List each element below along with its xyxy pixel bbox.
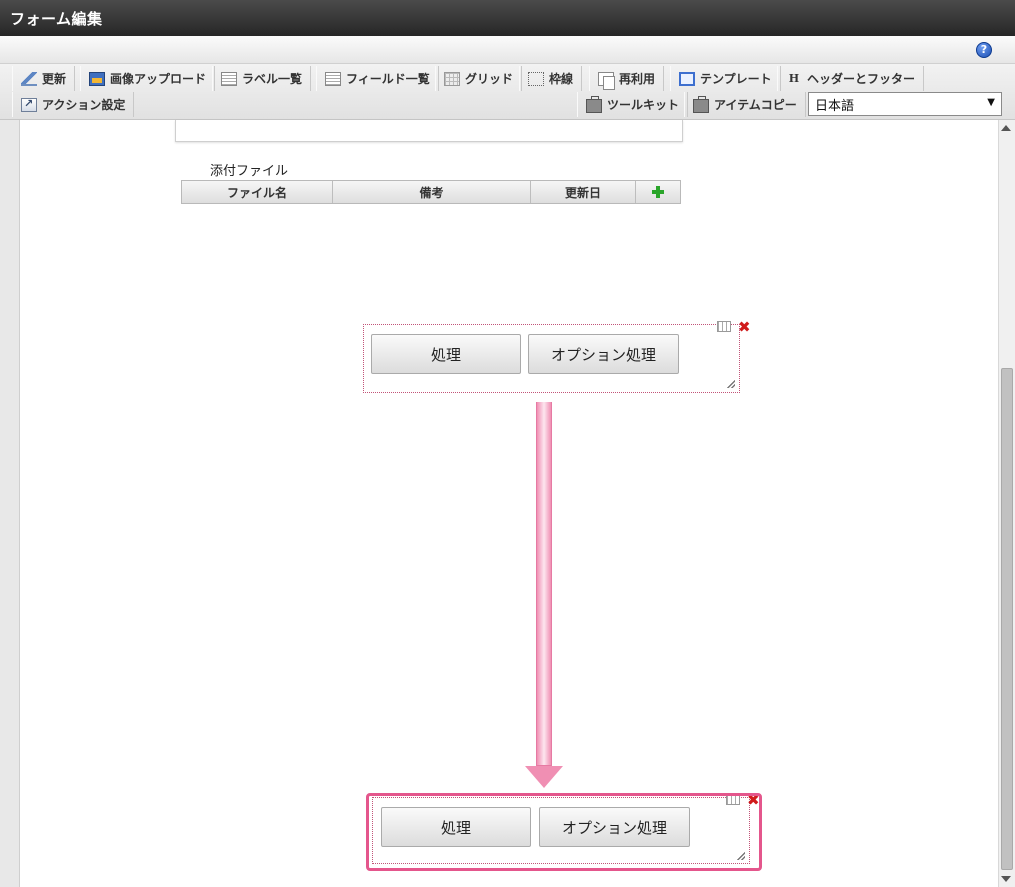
grid-button[interactable]: グリッド (435, 66, 523, 91)
scroll-down-icon[interactable] (1001, 876, 1011, 882)
item-copy-icon (693, 95, 709, 113)
previous-form-item[interactable] (175, 120, 683, 142)
chevron-down-icon: ▼ (987, 97, 995, 108)
template-button[interactable]: テンプレート (670, 66, 781, 91)
image-upload-label: 画像アップロード (110, 72, 207, 86)
language-selected: 日本語 (815, 98, 855, 114)
item-copy-label: アイテムコピー (714, 98, 797, 112)
action-settings-icon (21, 97, 37, 112)
header-footer-label: ヘッダーとフッター (807, 72, 916, 86)
column-remarks: 備考 (333, 181, 531, 203)
action-settings-button[interactable]: アクション設定 (12, 92, 135, 117)
label-list-button[interactable]: ラベル一覧 (212, 66, 312, 91)
button-container-before[interactable]: 処理 オプション処理 (363, 324, 740, 393)
image-upload-button[interactable]: 画像アップロード (80, 66, 216, 91)
vertical-scrollbar[interactable] (998, 120, 1015, 887)
help-icon[interactable]: ? (976, 42, 992, 58)
toolkit-label: ツールキット (607, 98, 680, 112)
scroll-up-icon[interactable] (1001, 125, 1011, 131)
column-filename: ファイル名 (182, 181, 333, 203)
column-updated: 更新日 (531, 181, 636, 203)
item-copy-button[interactable]: アイテムコピー (684, 92, 806, 117)
form-canvas (20, 120, 998, 887)
border-icon (528, 71, 544, 86)
attachments-table-header: ファイル名 備考 更新日 (181, 180, 681, 204)
highlight-frame (366, 793, 762, 871)
update-label: 更新 (42, 72, 67, 86)
grid-icon (444, 71, 460, 86)
action-settings-label: アクション設定 (42, 98, 126, 112)
window-title: フォーム編集 (10, 10, 103, 28)
close-icon[interactable]: ✖ (738, 320, 751, 335)
field-list-button[interactable]: フィールド一覧 (316, 66, 439, 91)
toolkit-button[interactable]: ツールキット (577, 92, 689, 117)
header-footer-button[interactable]: H ヘッダーとフッター (777, 66, 925, 91)
form-editor-window: フォーム編集 ? 更新 画像アップロード ラベル一覧 フィールド一覧 グリッド … (0, 0, 1015, 887)
left-gutter (0, 120, 20, 887)
border-label: 枠線 (549, 72, 574, 86)
toolkit-icon (586, 95, 602, 113)
resize-grip-icon[interactable] (727, 380, 735, 388)
label-list-label: ラベル一覧 (242, 72, 303, 86)
field-list-label: フィールド一覧 (346, 72, 430, 86)
option-process-button[interactable]: オプション処理 (528, 334, 679, 374)
scroll-thumb[interactable] (1001, 368, 1013, 870)
label-list-icon (221, 71, 237, 86)
template-label: テンプレート (700, 72, 772, 86)
attachments-label: 添付ファイル (210, 164, 289, 179)
image-upload-icon (89, 71, 105, 86)
title-bar: フォーム編集 (0, 0, 1015, 36)
update-button[interactable]: 更新 (12, 66, 76, 91)
add-attachment-button[interactable] (636, 181, 680, 203)
grid-label: グリッド (465, 72, 514, 86)
reuse-label: 再利用 (619, 72, 656, 86)
reuse-icon (598, 71, 615, 90)
border-button[interactable]: 枠線 (519, 66, 583, 91)
transition-arrow-head (525, 766, 563, 788)
template-icon (679, 71, 695, 86)
help-strip: ? (0, 36, 1015, 64)
grid-settings-icon[interactable] (717, 321, 731, 332)
header-footer-icon: H (788, 71, 800, 85)
reuse-button[interactable]: 再利用 (589, 66, 665, 91)
plus-icon (652, 186, 664, 198)
process-button[interactable]: 処理 (371, 334, 521, 374)
transition-arrow-shaft (536, 402, 552, 766)
field-list-icon (325, 71, 341, 86)
update-icon (21, 71, 37, 86)
language-select[interactable]: 日本語 ▼ (808, 92, 1002, 116)
